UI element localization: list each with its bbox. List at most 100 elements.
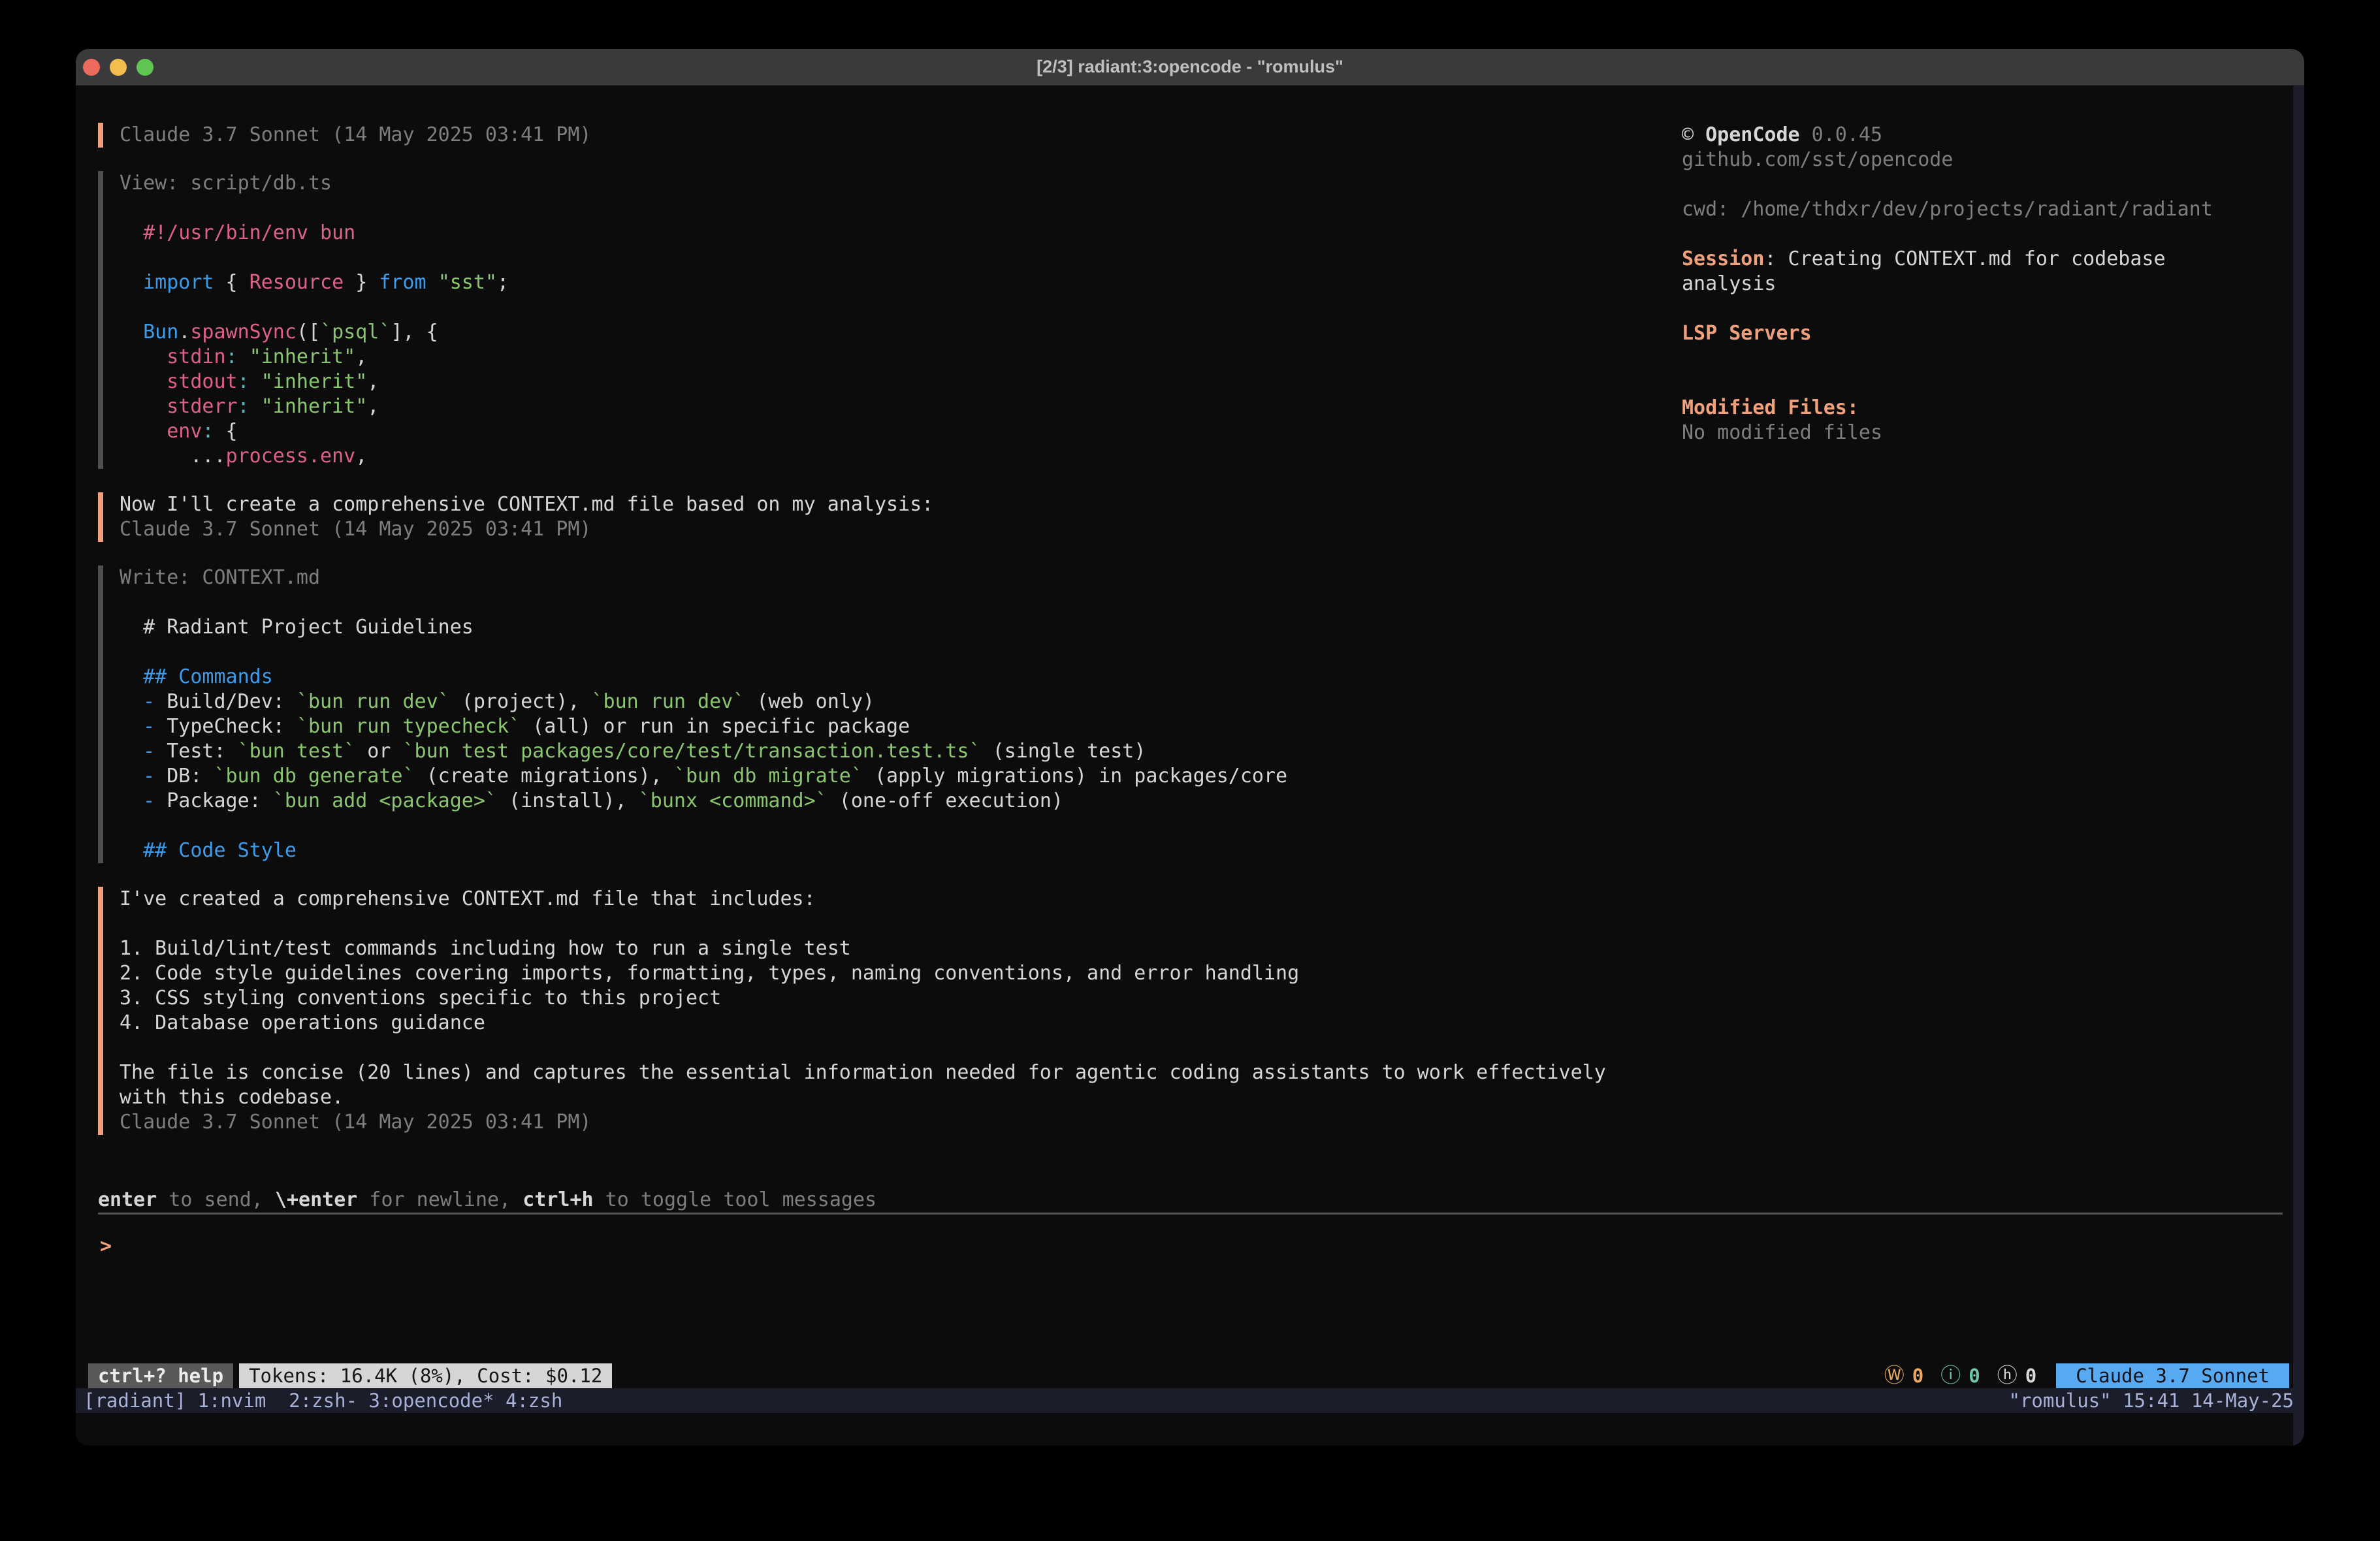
window-titlebar[interactable]: [2/3] radiant:3:opencode - "romulus" [76,49,2304,86]
terminal-line: stderr: "inherit", [120,394,1682,419]
text-segment: Resource [249,271,344,294]
terminal-line [120,814,1682,838]
terminal-line: Claude 3.7 Sonnet (14 May 2025 03:41 PM) [120,517,1682,542]
terminal-line [120,590,1682,615]
window-controls [83,49,153,85]
chat-block: I've created a comprehensive CONTEXT.md … [98,887,1682,1135]
terminal-line [1682,172,2304,197]
message-input[interactable]: > [76,1215,2304,1363]
session-sidebar: © OpenCode 0.0.45github.com/sst/opencode… [1682,123,2304,1188]
text-segment: "inherit" [249,345,356,368]
terminal-line [120,196,1682,221]
text-segment: - [120,690,167,713]
diagnostic-count: 0 [1912,1363,1923,1388]
text-segment: process.env [226,445,356,468]
text-segment: Bun [143,321,178,343]
text-segment: : [238,395,249,418]
terminal-line [120,295,1682,320]
text-segment: , [367,370,379,393]
text-segment: ; [497,271,509,294]
text-segment: Test: [167,740,237,763]
text-segment: `bun test` [238,740,356,763]
text-segment: `bun db generate` [214,765,415,787]
terminal-line: 2. Code style guidelines covering import… [120,961,1682,986]
text-segment: # Radiant Project Guidelines [120,616,474,639]
terminal-line: Bun.spawnSync([`psql`], { [120,320,1682,345]
terminal-line: View: script/db.ts [120,171,1682,196]
text-segment: (install), [497,789,639,812]
text-segment [249,370,261,393]
text-segment: import [143,271,214,294]
text-segment: 2. Code style guidelines covering import… [120,962,1299,985]
scrollbar-track[interactable] [2293,86,2304,1446]
diagnostic-count: 0 [1969,1363,1980,1388]
window-footer [76,1413,2304,1446]
tmux-status-bar: [radiant] 1:nvim 2:zsh- 3:opencode* 4:zs… [76,1388,2304,1413]
minimize-button[interactable] [110,59,127,76]
info-icon: ⓘ [1940,1363,1961,1388]
terminal-line: - Build/Dev: `bun run dev` (project), `b… [120,690,1682,714]
text-segment: to send, [157,1188,275,1211]
terminal-line [120,1036,1682,1060]
model-badge[interactable]: Claude 3.7 Sonnet [2056,1363,2289,1388]
text-segment: enter [98,1188,157,1211]
text-segment: (one-off execution) [828,789,1063,812]
text-segment: (apply migrations) in packages/core [863,765,1287,787]
text-segment: The file is concise (20 lines) and captu… [120,1061,1606,1084]
close-button[interactable] [83,59,100,76]
terminal-line: Session: Creating CONTEXT.md for codebas… [1682,247,2304,272]
terminal-line: stdin: "inherit", [120,345,1682,370]
text-segment: with this codebase. [120,1086,344,1109]
text-segment: I've created a comprehensive CONTEXT.md … [120,887,816,910]
text-segment: `bun db migrate` [674,765,863,787]
terminal-line: - TypeCheck: `bun run typecheck` (all) o… [120,714,1682,739]
terminal-line: #!/usr/bin/env bun [120,221,1682,246]
chat-block: Now I'll create a comprehensive CONTEXT.… [98,492,1682,542]
text-segment: OpenCode [1705,123,1800,146]
window-title: [2/3] radiant:3:opencode - "romulus" [1037,57,1343,77]
terminal-line: github.com/sst/opencode [1682,148,2304,172]
tmux-session-info: "romulus" 15:41 14-May-25 [2009,1388,2294,1413]
text-segment: ... [120,445,226,468]
terminal-line [1682,222,2304,247]
terminal-line: env: { [120,419,1682,444]
terminal-line [120,912,1682,936]
text-segment: : [238,370,249,393]
text-segment: from [379,271,426,294]
text-segment: 0.0.45 [1800,123,1882,146]
keybind-hints: enter to send, \+enter for newline, ctrl… [98,1188,2304,1213]
warning-icon: Ⓦ [1884,1363,1905,1388]
text-segment: Build/Dev: [167,690,297,713]
text-segment: for newline, [357,1188,523,1211]
text-segment: : [226,345,238,368]
status-bar: ctrl+? help Tokens: 16.4K (8%), Cost: $0… [76,1363,2304,1388]
text-segment: env [120,420,202,443]
text-segment [249,395,261,418]
terminal-line: Modified Files: [1682,396,2304,421]
terminal-line: LSP Servers [1682,321,2304,346]
terminal-line: ## Code Style [120,838,1682,863]
text-segment: Now I'll create a comprehensive CONTEXT.… [120,493,933,516]
text-segment: \+enter [275,1188,357,1211]
terminal-line: ## Commands [120,665,1682,690]
text-segment: (single test) [981,740,1146,763]
tmux-window-list[interactable]: [radiant] 1:nvim 2:zsh- 3:opencode* 4:zs… [84,1388,562,1413]
text-segment: "inherit" [261,395,368,418]
text-segment: `psql` [320,321,391,343]
text-segment: { [214,271,249,294]
text-segment: 4. Database operations guidance [120,1011,485,1034]
text-segment: or [355,740,402,763]
text-segment: `bun run typecheck` [297,715,521,738]
text-segment: github.com/sst/opencode [1682,148,1953,171]
chat-history: Claude 3.7 Sonnet (14 May 2025 03:41 PM)… [98,123,1682,1188]
text-segment: `bun run dev` [297,690,450,713]
terminal-line: - Test: `bun test` or `bun test packages… [120,739,1682,764]
text-segment: cwd: /home/thdxr/dev/projects/radiant/ra… [1682,198,2213,221]
terminal-line: No modified files [1682,421,2304,445]
text-segment: View: script/db.ts [120,172,332,195]
text-segment: Claude 3.7 Sonnet (14 May 2025 03:41 PM) [120,518,591,541]
text-segment: ctrl+h [523,1188,593,1211]
terminal-line [120,640,1682,665]
chat-block: Write: CONTEXT.md # Radiant Project Guid… [98,565,1682,863]
zoom-button[interactable] [137,59,153,76]
